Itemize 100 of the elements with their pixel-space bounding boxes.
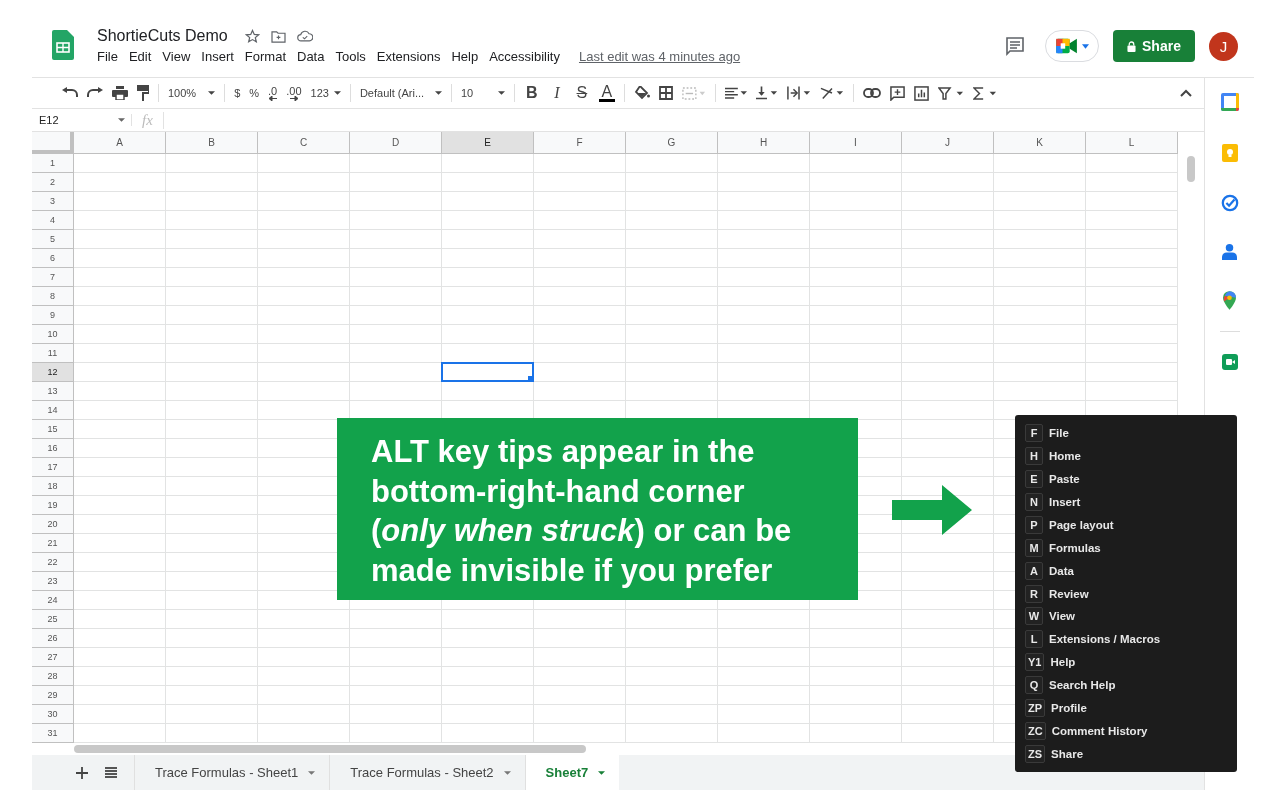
- key-tip-label[interactable]: View: [1049, 610, 1075, 623]
- row-header[interactable]: 14: [32, 401, 74, 420]
- menu-item[interactable]: View: [162, 49, 191, 64]
- column-header[interactable]: A: [74, 132, 166, 154]
- row-header[interactable]: 16: [32, 439, 74, 458]
- column-header[interactable]: F: [534, 132, 626, 154]
- menu-item[interactable]: Format: [244, 49, 286, 64]
- star-icon[interactable]: [244, 28, 260, 44]
- key-tip-label[interactable]: Extensions / Macros: [1049, 633, 1161, 646]
- text-wrap-icon[interactable]: [786, 86, 811, 100]
- row-header[interactable]: 7: [32, 268, 74, 287]
- row-header[interactable]: 12: [32, 363, 74, 382]
- sheets-logo-icon[interactable]: [52, 30, 74, 60]
- text-rotation-icon[interactable]: [819, 86, 844, 100]
- column-header[interactable]: L: [1086, 132, 1178, 154]
- row-header[interactable]: 6: [32, 249, 74, 268]
- last-edit-link[interactable]: Last edit was 4 minutes ago: [578, 49, 741, 64]
- row-header[interactable]: 27: [32, 648, 74, 667]
- strikethrough-button[interactable]: S: [573, 84, 590, 102]
- collapse-icon[interactable]: [1180, 89, 1192, 97]
- paint-format-icon[interactable]: [137, 85, 149, 101]
- increase-decimals-button[interactable]: .00: [286, 85, 302, 101]
- row-header[interactable]: 15: [32, 420, 74, 439]
- key-tip-label[interactable]: Review: [1049, 587, 1089, 600]
- row-header[interactable]: 22: [32, 553, 74, 572]
- chart-icon[interactable]: [913, 85, 929, 101]
- row-header[interactable]: 24: [32, 591, 74, 610]
- print-icon[interactable]: [112, 86, 128, 100]
- key-tip-label[interactable]: Search Help: [1049, 679, 1116, 692]
- row-header[interactable]: 25: [32, 610, 74, 629]
- row-header[interactable]: 4: [32, 211, 74, 230]
- row-header[interactable]: 18: [32, 477, 74, 496]
- more-formats-dropdown[interactable]: 123: [310, 87, 341, 99]
- column-header[interactable]: G: [626, 132, 718, 154]
- add-sheet-icon[interactable]: [76, 766, 88, 779]
- column-header[interactable]: I: [810, 132, 902, 154]
- link-icon[interactable]: [862, 88, 881, 98]
- horizontal-scrollbar[interactable]: [74, 745, 586, 753]
- name-box[interactable]: E12: [32, 114, 132, 126]
- row-header[interactable]: 9: [32, 306, 74, 325]
- key-tip-label[interactable]: Share: [1051, 748, 1084, 761]
- italic-button[interactable]: I: [548, 84, 565, 102]
- menu-item[interactable]: Accessibility: [489, 49, 560, 64]
- currency-button[interactable]: $: [234, 87, 241, 99]
- map-pin-icon[interactable]: [1223, 291, 1236, 310]
- user-avatar[interactable]: J: [1209, 31, 1238, 61]
- filter-icon[interactable]: [937, 86, 964, 100]
- column-header[interactable]: D: [350, 132, 442, 154]
- menu-item[interactable]: File: [97, 49, 118, 64]
- comment-add-icon[interactable]: [889, 85, 905, 101]
- column-header[interactable]: K: [994, 132, 1086, 154]
- row-header[interactable]: 13: [32, 382, 74, 401]
- column-header[interactable]: E: [442, 132, 534, 154]
- video-call-icon[interactable]: [1220, 353, 1239, 371]
- column-header[interactable]: H: [718, 132, 810, 154]
- text-color-button[interactable]: A: [598, 84, 615, 102]
- row-header[interactable]: 5: [32, 230, 74, 249]
- row-header[interactable]: 23: [32, 572, 74, 591]
- share-button[interactable]: Share: [1113, 30, 1195, 62]
- row-header[interactable]: 30: [32, 705, 74, 724]
- key-tip-label[interactable]: Insert: [1049, 495, 1081, 508]
- person-icon[interactable]: [1222, 243, 1237, 260]
- column-header[interactable]: B: [166, 132, 258, 154]
- fill-color-icon[interactable]: [633, 86, 650, 100]
- row-header[interactable]: 3: [32, 192, 74, 211]
- calendar-icon[interactable]: [1219, 92, 1240, 112]
- percent-button[interactable]: %: [249, 87, 260, 99]
- row-header[interactable]: 10: [32, 325, 74, 344]
- document-title[interactable]: ShortieCuts Demo: [97, 27, 228, 45]
- row-header[interactable]: 17: [32, 458, 74, 477]
- selected-cell[interactable]: [441, 362, 534, 382]
- all-sheets-icon[interactable]: [105, 767, 117, 778]
- key-tip-label[interactable]: File: [1049, 426, 1069, 439]
- key-tip-label[interactable]: Formulas: [1049, 541, 1101, 554]
- column-header[interactable]: C: [258, 132, 350, 154]
- tasks-icon[interactable]: [1220, 194, 1239, 212]
- vertical-align-icon[interactable]: [755, 86, 778, 100]
- menu-item[interactable]: Edit: [128, 49, 152, 64]
- key-tip-label[interactable]: Home: [1049, 449, 1081, 462]
- key-tip-label[interactable]: Comment History: [1051, 725, 1148, 738]
- row-header[interactable]: 19: [32, 496, 74, 515]
- align-left-icon[interactable]: [724, 87, 747, 99]
- decrease-decimals-button[interactable]: .0: [268, 85, 278, 101]
- zoom-dropdown[interactable]: 100%: [168, 87, 216, 99]
- comment-icon[interactable]: [1005, 36, 1025, 56]
- redo-icon[interactable]: [87, 87, 103, 99]
- row-header[interactable]: 28: [32, 667, 74, 686]
- bold-button[interactable]: B: [523, 84, 540, 102]
- row-header[interactable]: 2: [32, 173, 74, 192]
- key-tip-label[interactable]: Paste: [1049, 472, 1080, 485]
- row-header[interactable]: 31: [32, 724, 74, 743]
- menu-item[interactable]: Insert: [201, 49, 234, 64]
- font-dropdown[interactable]: Default (Ari...: [359, 87, 442, 99]
- sheet-tab[interactable]: Sheet7: [524, 755, 620, 790]
- key-tip-label[interactable]: Help: [1050, 656, 1076, 669]
- key-tip-label[interactable]: Page layout: [1049, 518, 1114, 531]
- sheet-tab[interactable]: Trace Formulas - Sheet1: [134, 755, 330, 790]
- row-header[interactable]: 20: [32, 515, 74, 534]
- row-header[interactable]: 21: [32, 534, 74, 553]
- undo-icon[interactable]: [62, 87, 78, 99]
